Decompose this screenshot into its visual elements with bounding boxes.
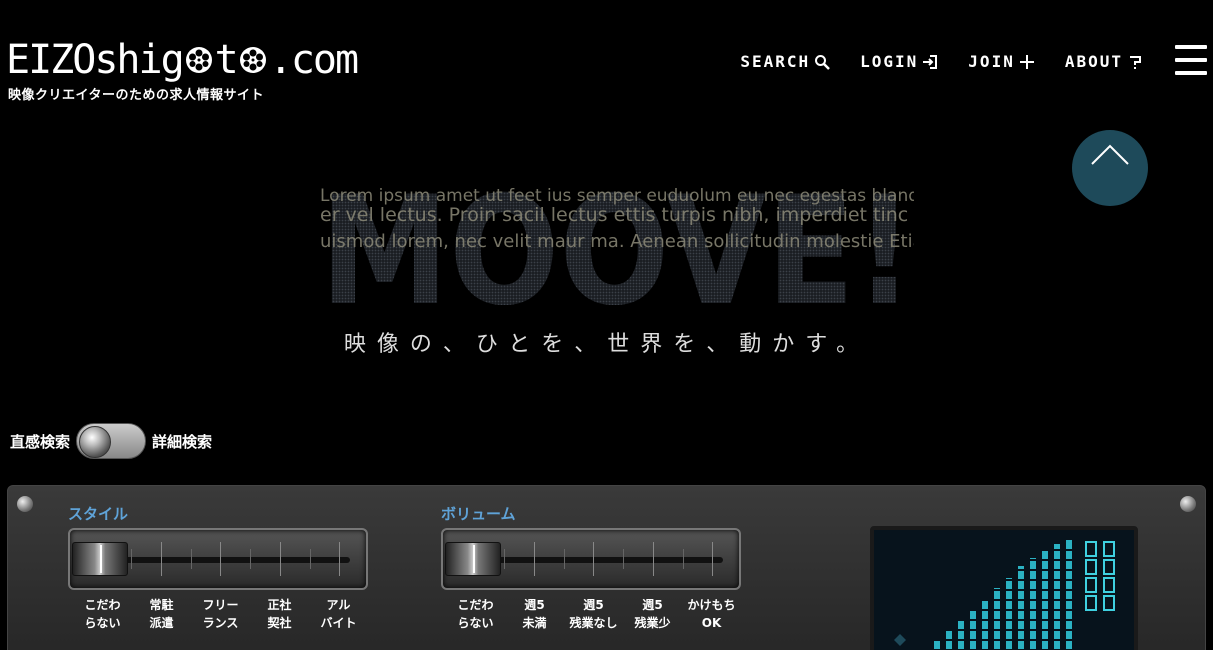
slider-tick [683,549,684,569]
volume-slider[interactable] [441,528,741,590]
option-line: 週5 [583,598,604,612]
volume-option-no-overtime[interactable]: 週5 残業なし [564,596,623,632]
slider-tick [534,542,535,576]
slider-tick [712,542,713,576]
style-option-dispatch[interactable]: 常駐 派遣 [132,596,191,632]
hero-logo: MOOVE! Lorem ipsum amet ut feet ius semp… [320,183,914,305]
chevron-up-icon [1091,144,1129,165]
slider-tick [310,549,311,569]
slider-tick [131,549,132,569]
film-reel-icon [185,47,212,73]
menu-bar [1175,71,1207,75]
svg-text:Lorem ipsum amet ut feet ius s: Lorem ipsum amet ut feet ius semper eudu… [320,186,914,206]
search-mode-switch[interactable] [76,423,147,459]
option-line: 残業なし [569,616,618,630]
nav-join-label: JOIN [968,52,1015,71]
option-line: らない [457,616,494,630]
scroll-to-top-button[interactable] [1072,130,1148,206]
option-line: 週5 [524,598,545,612]
option-line: フリー [202,598,239,612]
option-line: 未満 [522,616,547,630]
nav-login[interactable]: LOGIN [860,52,938,71]
style-title: スタイル [68,505,129,523]
option-line: 正社 [267,598,292,612]
option-line: 派遣 [149,616,174,630]
option-line: こだわ [84,598,121,612]
volume-title: ボリューム [441,505,516,523]
nav-login-label: LOGIN [860,52,919,71]
screw-icon [1180,496,1196,512]
style-slider[interactable] [68,528,368,590]
option-line: 契社 [267,616,292,630]
option-line: ランス [202,616,239,630]
slider-tick [280,542,281,576]
slider-tick [564,549,565,569]
svg-text:uismod lorem, nec velit maur m: uismod lorem, nec velit maur ma. Aenean … [320,231,914,252]
toggle-label-intuitive[interactable]: 直感検索 [10,431,70,452]
menu-icon[interactable] [1175,45,1207,75]
nav-search-label: SEARCH [740,52,811,71]
switch-knob[interactable] [79,426,112,458]
logo-text-mid: t [214,37,239,83]
option-line: 常駐 [149,598,174,612]
plus-icon [1019,54,1034,69]
film-reel-icon [239,47,266,73]
option-line: かけもち [687,598,736,612]
search-mode-toggle: 直感検索 詳細検索 [10,423,212,459]
search-icon [815,54,831,70]
option-line: 残業少 [634,616,671,630]
svg-text:er vel lectus. Proin sacil lec: er vel lectus. Proin sacil lectus ettis … [320,204,908,226]
slider-tick [220,542,221,576]
option-line: バイト [320,616,357,630]
style-option-any[interactable]: こだわ らない [73,596,132,632]
hero-title-graphic: MOOVE! Lorem ipsum amet ut feet ius semp… [320,183,914,305]
slider-tick [250,549,251,569]
style-option-parttime[interactable]: アル バイト [309,596,368,632]
menu-bar [1175,45,1207,49]
style-option-fulltime[interactable]: 正社 契社 [250,596,309,632]
style-option-freelance[interactable]: フリー ランス [191,596,250,632]
slider-tick [191,549,192,569]
search-control-panel: スタイル こだわらない 常駐派遣 フリーランス 正社契社 アルバイト ボリューム [7,485,1206,650]
menu-bar [1175,58,1207,62]
equalizer-display [870,526,1138,650]
slider-tick [504,549,505,569]
login-icon [923,54,938,69]
volume-options: こだわらない 週5 未満 週5 残業なし 週5 残業少 かけもち OK [446,596,741,632]
slider-tick [653,542,654,576]
slider-tick [161,542,162,576]
volume-option-sidejob[interactable]: かけもち OK [682,596,741,632]
screw-icon [17,496,33,512]
volume-option-little-overtime[interactable]: 週5 残業少 [623,596,682,632]
site-logo[interactable]: EIZOshig t .com 映像クリエイターのための求人情報サイト [6,37,359,103]
logo-text-left: EIZOshig [6,37,185,83]
option-line: らない [84,616,121,630]
nav-search[interactable]: SEARCH [740,52,831,71]
volume-slider-knob[interactable] [445,542,501,576]
toggle-label-detailed[interactable]: 詳細検索 [152,431,212,452]
main-nav: SEARCH LOGIN JOIN ABOUT [740,52,1143,71]
volume-option-any[interactable]: こだわ らない [446,596,505,632]
slider-tick [593,542,594,576]
site-tagline: 映像クリエイターのための求人情報サイト [8,88,264,103]
logo-wordmark: EIZOshig t .com [6,37,359,83]
question-icon [1130,55,1141,69]
option-line: 週5 [642,598,663,612]
option-line: こだわ [457,598,494,612]
nav-about-label: ABOUT [1064,52,1123,71]
volume-option-under5[interactable]: 週5 未満 [505,596,564,632]
style-options: こだわらない 常駐派遣 フリーランス 正社契社 アルバイト [73,596,368,632]
slider-tick [623,549,624,569]
style-slider-knob[interactable] [72,542,128,576]
equalizer-graphic [874,530,1134,650]
hero-tagline: 映像の、ひとを、世界を、動かす。 [343,332,870,357]
nav-join[interactable]: JOIN [968,52,1035,71]
logo-text-right: .com [268,37,359,83]
option-line: アル [326,598,351,612]
slider-tick [339,542,340,576]
option-line: OK [701,616,722,630]
nav-about[interactable]: ABOUT [1065,52,1143,71]
